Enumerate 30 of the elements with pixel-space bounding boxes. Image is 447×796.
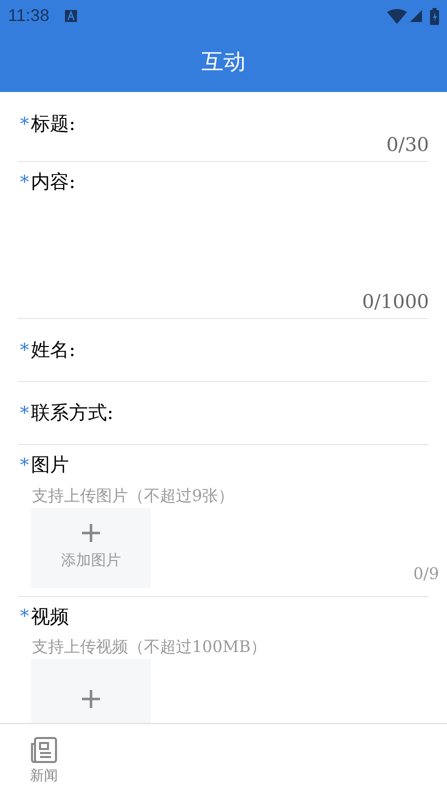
field-label: 视频 [31,604,69,630]
battery-icon [430,8,439,24]
upload-hint: 支持上传图片（不超过9张） [31,484,236,506]
input-field[interactable]: *姓名: [18,319,429,382]
required-asterisk: * [20,605,29,630]
newspaper-icon [30,736,58,764]
required-asterisk: * [20,170,29,195]
wifi-icon [387,8,407,24]
required-asterisk: * [20,402,29,426]
required-asterisk: * [20,338,29,362]
field-label: 姓名: [31,338,76,363]
upload-hint: 支持上传视频（不超过100MB） [31,636,268,658]
field-label: 标题: [31,112,76,137]
status-time: 11:38 [8,5,50,28]
required-asterisk: * [20,112,29,137]
nav-tab[interactable]: 新闻 [0,724,88,796]
character-counter: 0/30 [386,132,429,158]
plus-icon [81,689,101,709]
page-title: 互动 [202,48,246,76]
plus-icon [81,523,101,544]
field-label: 图片 [31,453,69,478]
field-label: 内容: [31,170,76,195]
notification-icon [65,10,78,22]
field-label: 联系方式: [31,400,114,426]
character-counter: 0/1000 [362,290,429,314]
add-button[interactable] [31,659,151,723]
required-asterisk: * [20,454,29,478]
input-field[interactable]: *联系方式: [18,382,429,445]
signal-icon [410,10,422,22]
file-counter: 0/9 [413,562,439,584]
